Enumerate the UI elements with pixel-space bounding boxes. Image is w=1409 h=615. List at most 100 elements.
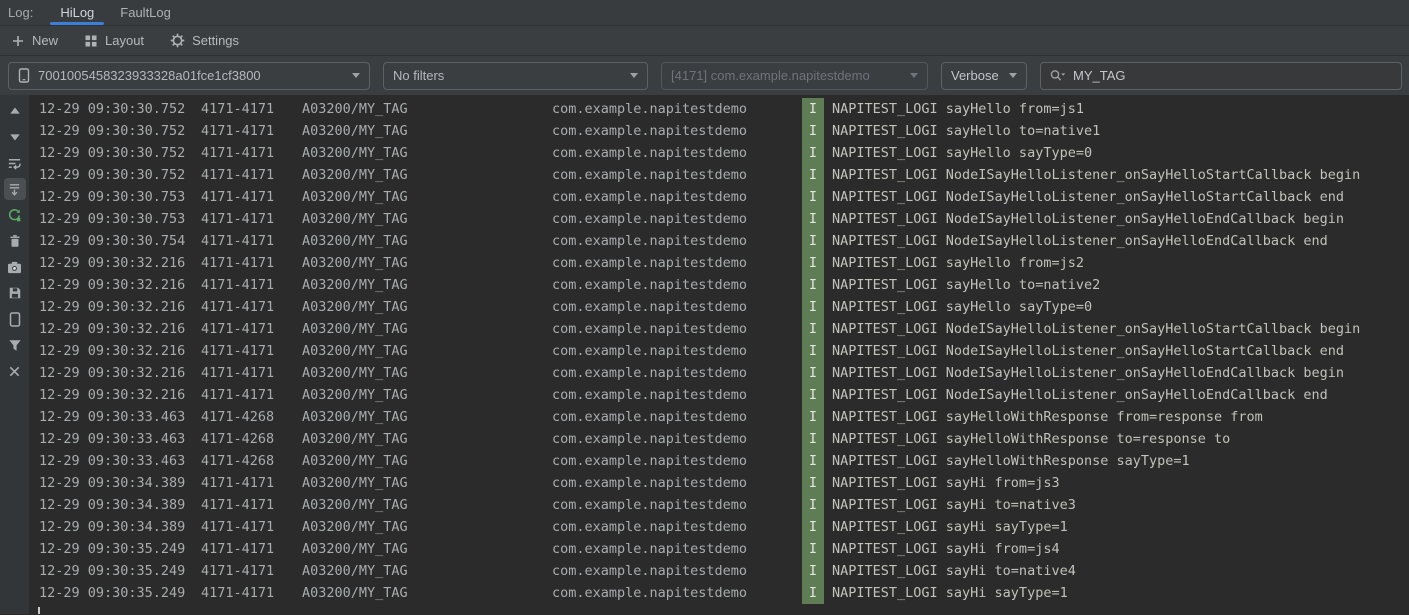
log-message: NAPITEST_LOGI NodeISayHelloListener_onSa… (832, 164, 1360, 186)
log-package: com.example.napitestdemo (552, 538, 802, 560)
log-tag: A03200/MY_TAG (302, 296, 552, 318)
filter-bar: 7001005458323933328a01fce1cf3800 No filt… (0, 55, 1409, 95)
log-row[interactable]: 12-29 09:30:32.2164171-4171A03200/MY_TAG… (30, 274, 1409, 296)
log-time: 12-29 09:30:32.216 (39, 296, 201, 318)
clear-log-icon (8, 234, 22, 248)
log-row[interactable]: 12-29 09:30:30.7524171-4171A03200/MY_TAG… (30, 164, 1409, 186)
log-message: NAPITEST_LOGI NodeISayHelloListener_onSa… (832, 384, 1328, 406)
log-row[interactable]: 12-29 09:30:32.2164171-4171A03200/MY_TAG… (30, 362, 1409, 384)
layout-grid-icon (84, 34, 98, 48)
log-level-badge: I (802, 142, 824, 164)
screenshot-button[interactable] (4, 256, 26, 278)
soft-wrap-button[interactable] (4, 152, 26, 174)
process-selector-value: [4171] com.example.napitestdemo (671, 68, 902, 83)
log-package: com.example.napitestdemo (552, 450, 802, 472)
log-pid-tid: 4171-4171 (201, 230, 302, 252)
log-pid-tid: 4171-4171 (201, 120, 302, 142)
log-time: 12-29 09:30:30.752 (39, 142, 201, 164)
log-output[interactable]: 12-29 09:30:30.7524171-4171A03200/MY_TAG… (30, 95, 1409, 614)
log-row[interactable]: 12-29 09:30:33.4634171-4268A03200/MY_TAG… (30, 428, 1409, 450)
log-package: com.example.napitestdemo (552, 340, 802, 362)
log-pid-tid: 4171-4171 (201, 318, 302, 340)
log-time: 12-29 09:30:30.752 (39, 120, 201, 142)
log-level-badge: I (802, 120, 824, 142)
process-selector[interactable]: [4171] com.example.napitestdemo (661, 62, 928, 90)
log-level-badge: I (802, 98, 824, 120)
log-row[interactable]: 12-29 09:30:33.4634171-4268A03200/MY_TAG… (30, 406, 1409, 428)
log-pid-tid: 4171-4171 (201, 384, 302, 406)
tab-hilog[interactable]: HiLog (47, 0, 107, 25)
log-message: NAPITEST_LOGI sayHelloWithResponse from=… (832, 406, 1263, 428)
log-time: 12-29 09:30:32.216 (39, 252, 201, 274)
log-row[interactable]: 12-29 09:30:32.2164171-4171A03200/MY_TAG… (30, 252, 1409, 274)
log-time: 12-29 09:30:35.249 (39, 582, 201, 604)
log-level-selector[interactable]: Verbose (941, 62, 1027, 90)
log-level-badge: I (802, 582, 824, 604)
log-row[interactable]: 12-29 09:30:32.2164171-4171A03200/MY_TAG… (30, 318, 1409, 340)
log-search-field[interactable] (1040, 62, 1402, 90)
log-row[interactable]: 12-29 09:30:33.4634171-4268A03200/MY_TAG… (30, 450, 1409, 472)
log-row[interactable]: 12-29 09:30:30.7524171-4171A03200/MY_TAG… (30, 142, 1409, 164)
tab-faultlog[interactable]: FaultLog (107, 0, 184, 25)
filter-log-button[interactable] (4, 334, 26, 356)
filter-selector-value: No filters (393, 68, 622, 83)
log-package: com.example.napitestdemo (552, 142, 802, 164)
log-time: 12-29 09:30:33.463 (39, 428, 201, 450)
log-time: 12-29 09:30:34.389 (39, 516, 201, 538)
clear-log-button[interactable] (4, 230, 26, 252)
log-row[interactable]: 12-29 09:30:35.2494171-4171A03200/MY_TAG… (30, 538, 1409, 560)
log-tag: A03200/MY_TAG (302, 164, 552, 186)
log-package: com.example.napitestdemo (552, 428, 802, 450)
new-session-button[interactable]: New (9, 29, 60, 53)
log-row[interactable]: 12-29 09:30:34.3894171-4171A03200/MY_TAG… (30, 494, 1409, 516)
log-message: NAPITEST_LOGI sayHi from=js3 (832, 472, 1060, 494)
log-time: 12-29 09:30:32.216 (39, 384, 201, 406)
restart-log-button[interactable] (4, 204, 26, 226)
log-row[interactable]: 12-29 09:30:30.7534171-4171A03200/MY_TAG… (30, 208, 1409, 230)
log-package: com.example.napitestdemo (552, 494, 802, 516)
log-row[interactable]: 12-29 09:30:30.7524171-4171A03200/MY_TAG… (30, 120, 1409, 142)
log-time: 12-29 09:30:30.754 (39, 230, 201, 252)
scroll-to-bottom-button[interactable] (4, 126, 26, 148)
log-package: com.example.napitestdemo (552, 472, 802, 494)
log-tag: A03200/MY_TAG (302, 494, 552, 516)
log-row[interactable]: 12-29 09:30:30.7534171-4171A03200/MY_TAG… (30, 186, 1409, 208)
log-row[interactable]: 12-29 09:30:35.2494171-4171A03200/MY_TAG… (30, 560, 1409, 582)
log-pid-tid: 4171-4268 (201, 406, 302, 428)
text-caret (38, 607, 40, 614)
log-time: 12-29 09:30:30.752 (39, 164, 201, 186)
log-level-badge: I (802, 494, 824, 516)
search-input[interactable] (1073, 68, 1393, 83)
log-tag: A03200/MY_TAG (302, 450, 552, 472)
log-row[interactable]: 12-29 09:30:32.2164171-4171A03200/MY_TAG… (30, 340, 1409, 362)
log-row[interactable]: 12-29 09:30:34.3894171-4171A03200/MY_TAG… (30, 472, 1409, 494)
log-level-badge: I (802, 384, 824, 406)
log-message: NAPITEST_LOGI NodeISayHelloListener_onSa… (832, 340, 1344, 362)
log-time: 12-29 09:30:34.389 (39, 494, 201, 516)
log-message: NAPITEST_LOGI sayHi sayType=1 (832, 516, 1068, 538)
layout-button[interactable]: Layout (82, 29, 146, 53)
export-log-icon (8, 286, 22, 300)
export-log-button[interactable] (4, 282, 26, 304)
close-panel-button[interactable] (4, 360, 26, 382)
log-message: NAPITEST_LOGI NodeISayHelloListener_onSa… (832, 230, 1328, 252)
scroll-to-end-button[interactable] (4, 178, 26, 200)
log-tag: A03200/MY_TAG (302, 274, 552, 296)
log-time: 12-29 09:30:34.389 (39, 472, 201, 494)
filter-selector[interactable]: No filters (383, 62, 648, 90)
log-pid-tid: 4171-4171 (201, 208, 302, 230)
log-tag: A03200/MY_TAG (302, 362, 552, 384)
log-row[interactable]: 12-29 09:30:32.2164171-4171A03200/MY_TAG… (30, 296, 1409, 318)
scroll-to-top-icon (8, 104, 22, 118)
log-row[interactable]: 12-29 09:30:30.7524171-4171A03200/MY_TAG… (30, 98, 1409, 120)
log-row[interactable]: 12-29 09:30:30.7544171-4171A03200/MY_TAG… (30, 230, 1409, 252)
log-pid-tid: 4171-4171 (201, 362, 302, 384)
log-row[interactable]: 12-29 09:30:35.2494171-4171A03200/MY_TAG… (30, 582, 1409, 604)
log-row[interactable]: 12-29 09:30:34.3894171-4171A03200/MY_TAG… (30, 516, 1409, 538)
log-time: 12-29 09:30:32.216 (39, 340, 201, 362)
device-log-button[interactable] (4, 308, 26, 330)
settings-button[interactable]: Settings (168, 29, 241, 53)
device-selector[interactable]: 7001005458323933328a01fce1cf3800 (8, 62, 370, 90)
log-row[interactable]: 12-29 09:30:32.2164171-4171A03200/MY_TAG… (30, 384, 1409, 406)
scroll-to-top-button[interactable] (4, 100, 26, 122)
